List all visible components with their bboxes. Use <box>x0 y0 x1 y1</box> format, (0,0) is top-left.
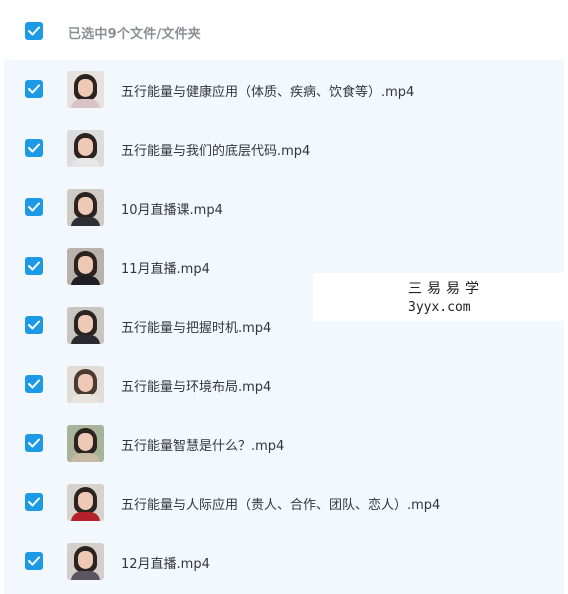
video-thumbnail[interactable] <box>67 543 104 580</box>
video-thumbnail[interactable] <box>67 130 104 167</box>
file-checkbox[interactable] <box>25 80 43 98</box>
file-name[interactable]: 五行能量与把握时机.mp4 <box>121 317 271 336</box>
checkmark-icon <box>28 497 40 507</box>
file-checkbox[interactable] <box>25 434 43 452</box>
file-name[interactable]: 五行能量智慧是什么？.mp4 <box>121 435 284 454</box>
file-name[interactable]: 五行能量与环境布局.mp4 <box>121 376 271 395</box>
selection-header: 已选中9个文件/文件夹 <box>0 0 568 60</box>
checkmark-icon <box>28 320 40 330</box>
file-row[interactable]: 五行能量与健康应用（体质、疾病、饮食等）.mp4 <box>4 60 564 119</box>
file-checkbox[interactable] <box>25 552 43 570</box>
file-name[interactable]: 五行能量与健康应用（体质、疾病、饮食等）.mp4 <box>121 81 414 100</box>
checkmark-icon <box>28 26 40 36</box>
video-thumbnail[interactable] <box>67 366 104 403</box>
video-thumbnail[interactable] <box>67 307 104 344</box>
video-thumbnail[interactable] <box>67 71 104 108</box>
file-checkbox[interactable] <box>25 139 43 157</box>
file-selection-panel: 已选中9个文件/文件夹 五行能量与健康应用（体质、疾病、饮食等）.mp4 五行能… <box>0 0 568 594</box>
file-row[interactable]: 五行能量与我们的底层代码.mp4 <box>4 119 564 178</box>
file-row[interactable]: 10月直播课.mp4 <box>4 178 564 237</box>
checkmark-icon <box>28 379 40 389</box>
checkmark-icon <box>28 556 40 566</box>
video-thumbnail[interactable] <box>67 248 104 285</box>
file-row[interactable]: 五行能量与人际应用（贵人、合作、团队、恋人）.mp4 <box>4 473 564 532</box>
checkmark-icon <box>28 438 40 448</box>
selection-count-label: 已选中9个文件/文件夹 <box>68 27 201 42</box>
watermark-site: 3yyx.com <box>408 300 471 315</box>
file-checkbox[interactable] <box>25 493 43 511</box>
checkmark-icon <box>28 84 40 94</box>
file-checkbox[interactable] <box>25 198 43 216</box>
select-all-checkbox[interactable] <box>25 22 43 40</box>
video-thumbnail[interactable] <box>67 425 104 462</box>
video-thumbnail[interactable] <box>67 189 104 226</box>
file-row[interactable]: 五行能量智慧是什么？.mp4 <box>4 414 564 473</box>
file-list: 五行能量与健康应用（体质、疾病、饮食等）.mp4 五行能量与我们的底层代码.mp… <box>4 60 564 594</box>
file-name[interactable]: 11月直播.mp4 <box>121 258 210 277</box>
checkmark-icon <box>28 143 40 153</box>
file-checkbox[interactable] <box>25 257 43 275</box>
watermark: 三易易学 3yyx.com <box>313 273 568 321</box>
watermark-brand: 三易易学 <box>408 281 484 297</box>
file-name[interactable]: 五行能量与我们的底层代码.mp4 <box>121 140 310 159</box>
video-thumbnail[interactable] <box>67 484 104 521</box>
file-row[interactable]: 12月直播.mp4 <box>4 532 564 591</box>
checkmark-icon <box>28 261 40 271</box>
file-name[interactable]: 五行能量与人际应用（贵人、合作、团队、恋人）.mp4 <box>121 494 440 513</box>
file-checkbox[interactable] <box>25 375 43 393</box>
file-name[interactable]: 12月直播.mp4 <box>121 553 210 572</box>
file-checkbox[interactable] <box>25 316 43 334</box>
file-row[interactable]: 五行能量与环境布局.mp4 <box>4 355 564 414</box>
file-name[interactable]: 10月直播课.mp4 <box>121 199 223 218</box>
checkmark-icon <box>28 202 40 212</box>
